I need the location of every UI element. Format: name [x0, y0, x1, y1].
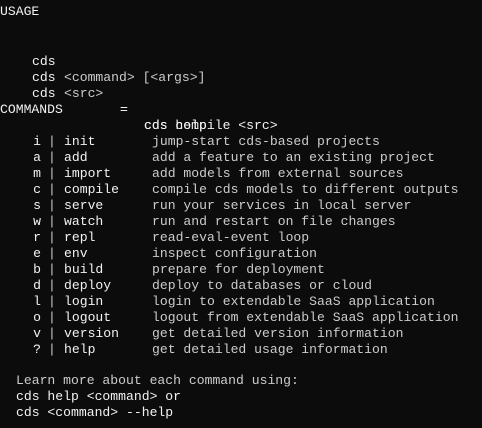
- command-separator: |: [48, 246, 56, 261]
- usage-args: <src>: [64, 86, 104, 101]
- command-name: version: [64, 326, 120, 341]
- command-description: add models from external sources: [152, 166, 404, 181]
- command-shortcut: a: [33, 150, 41, 165]
- command-shortcut: c: [33, 182, 41, 197]
- command-name: help: [64, 342, 96, 357]
- command-row: e | env inspect configuration: [0, 246, 482, 262]
- command-row: w | watch run and restart on file changes: [0, 214, 482, 230]
- command-description: jump-start cds-based projects: [152, 134, 380, 149]
- command-name: build: [64, 262, 104, 277]
- command-separator: |: [48, 214, 56, 229]
- command-description: prepare for deployment: [152, 262, 325, 277]
- command-row: c | compile compile cds models to different…: [0, 182, 482, 198]
- usage-equals: =: [120, 102, 128, 117]
- usage-heading: USAGE: [0, 4, 40, 19]
- command-description: read-eval-event loop: [152, 230, 310, 245]
- command-separator: |: [48, 262, 56, 277]
- footer-help-line: cds help <command> or: [16, 389, 182, 404]
- footer-help-line: cds <command> --help: [16, 405, 174, 420]
- command-shortcut: l: [33, 294, 41, 309]
- command-row: a | add add a feature to an existing projec…: [0, 150, 482, 166]
- terminal-window[interactable]: USAGE cds <command> [<args>] cds <src> =…: [0, 0, 482, 428]
- command-description: add a feature to an existing project: [152, 150, 435, 165]
- command-row: m | import add models from external sources: [0, 166, 482, 182]
- command-separator: |: [48, 150, 56, 165]
- command-separator: |: [48, 166, 56, 181]
- command-description: deploy to databases or cloud: [152, 278, 373, 293]
- usage-alias: cds help: [144, 118, 207, 133]
- command-name: repl: [64, 230, 96, 245]
- command-shortcut: v: [33, 326, 41, 341]
- command-shortcut: e: [33, 246, 41, 261]
- command-description: inspect configuration: [152, 246, 318, 261]
- command-separator: |: [48, 278, 56, 293]
- command-name: watch: [64, 214, 104, 229]
- command-name: serve: [64, 198, 104, 213]
- command-shortcut: s: [33, 198, 41, 213]
- command-description: get detailed usage information: [152, 342, 388, 357]
- command-description: compile cds models to different outputs: [152, 182, 459, 197]
- footer-intro: Learn more about each command using:: [16, 373, 299, 388]
- commands-heading: COMMANDS: [0, 102, 63, 117]
- usage-line: cds <command> [<args>]: [0, 38, 482, 85]
- command-row: o | logout logout from extendable SaaS appl…: [0, 310, 482, 326]
- command-name: env: [64, 246, 88, 261]
- command-name: add: [64, 150, 88, 165]
- command-description: logout from extendable SaaS application: [152, 310, 459, 325]
- command-name: import: [64, 166, 112, 181]
- command-row: d | deploy deploy to databases or cloud: [0, 278, 482, 294]
- command-row: s | serve run your services in local server: [0, 198, 482, 214]
- command-description: get detailed version information: [152, 326, 404, 341]
- command-description: run your services in local server: [152, 198, 412, 213]
- command-name: login: [64, 294, 104, 309]
- command-row: v | version get detailed version informatio…: [0, 326, 482, 342]
- command-name: init: [64, 134, 96, 149]
- command-separator: |: [48, 326, 56, 341]
- command-name: deploy: [64, 278, 112, 293]
- command-shortcut: d: [33, 278, 41, 293]
- command-separator: |: [48, 342, 56, 357]
- command-name: logout: [64, 310, 112, 325]
- command-name: compile: [64, 182, 120, 197]
- command-shortcut: m: [33, 166, 41, 181]
- command-shortcut: b: [33, 262, 41, 277]
- command-shortcut: r: [33, 230, 41, 245]
- command-separator: |: [48, 198, 56, 213]
- command-separator: |: [48, 134, 56, 149]
- command-description: login to extendable SaaS application: [152, 294, 435, 309]
- command-shortcut: w: [33, 214, 41, 229]
- usage-line: cds <src> = cds compile <src>: [0, 54, 482, 133]
- command-row: ? | help get detailed usage information: [0, 342, 482, 358]
- command-separator: |: [48, 294, 56, 309]
- command-row: b | build prepare for deployment: [0, 262, 482, 278]
- command-row: r | repl read-eval-event loop: [0, 230, 482, 246]
- command-description: run and restart on file changes: [152, 214, 396, 229]
- command-separator: |: [48, 310, 56, 325]
- command-shortcut: o: [33, 310, 41, 325]
- command-separator: |: [48, 182, 56, 197]
- command-row: l | login login to extendable SaaS applicat…: [0, 294, 482, 310]
- command-shortcut: ?: [33, 342, 41, 357]
- command-shortcut: i: [33, 134, 41, 149]
- command-row: i | init jump-start cds-based projects: [0, 134, 482, 150]
- usage-cmd: cds: [32, 86, 56, 101]
- usage-line: cds = cds help: [0, 70, 482, 133]
- command-separator: |: [48, 230, 56, 245]
